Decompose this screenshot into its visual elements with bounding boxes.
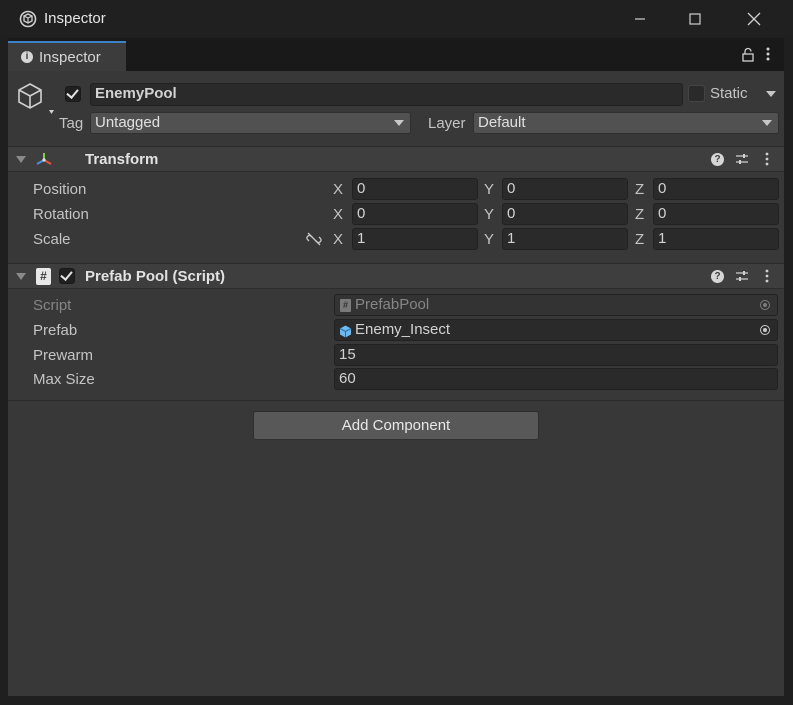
tag-label: Tag [59,115,84,132]
script-label: Script [33,297,72,314]
position-z-value: 0 [658,180,667,197]
window-title: Inspector [44,10,106,27]
more-options-icon[interactable] [764,46,772,62]
tab-inspector[interactable]: i Inspector [8,41,126,71]
layer-label: Layer [428,115,466,132]
transform-title: Transform [85,151,159,168]
prefab-pool-title: Prefab Pool (Script) [85,268,226,285]
position-y-axis-label[interactable]: Y [484,181,494,198]
help-icon[interactable]: ? [711,153,724,166]
prewarm-value: 15 [339,346,356,363]
script-value: PrefabPool [355,296,430,313]
lock-icon[interactable] [741,47,755,63]
foldout-arrow-icon[interactable] [16,273,26,280]
component-menu-icon[interactable] [764,152,770,166]
maximize-button[interactable] [681,8,709,30]
max-size-label: Max Size [33,371,95,388]
unity-app-icon [19,10,37,28]
max-size-field[interactable]: 60 [334,368,778,390]
position-label: Position [33,181,87,198]
inspector-content: EnemyPool Static Tag Untagged Layer Defa… [8,71,784,696]
scale-y-field[interactable]: 1 [502,228,628,250]
position-z-axis-label[interactable]: Z [635,181,644,198]
constrain-proportions-icon[interactable] [306,232,322,246]
rotation-z-field[interactable]: 0 [653,203,779,225]
scale-x-axis-label[interactable]: X [333,231,343,248]
rotation-y-value: 0 [507,205,516,222]
transform-header[interactable]: Transform ? [8,146,784,172]
gameobject-name-field[interactable]: EnemyPool [90,83,683,106]
position-x-value: 0 [357,180,366,197]
object-picker-icon [755,295,775,315]
active-checkbox[interactable] [65,86,81,102]
prefab-pool-header[interactable]: # Prefab Pool (Script) ? [8,263,784,289]
prefab-label: Prefab [33,322,78,339]
scale-y-axis-label[interactable]: Y [484,231,494,248]
prefab-field[interactable]: Enemy_Insect [334,319,778,341]
scale-y-value: 1 [507,230,516,247]
scale-z-axis-label[interactable]: Z [635,231,644,248]
prefab-cube-icon [339,324,352,338]
tag-value: Untagged [95,114,161,131]
component-menu-icon[interactable] [764,269,770,283]
help-icon[interactable]: ? [711,270,724,283]
position-x-axis-label[interactable]: X [333,181,343,198]
rotation-z-value: 0 [658,205,667,222]
foldout-arrow-icon[interactable] [16,156,26,163]
script-field: # PrefabPool [334,294,778,316]
checkmark-icon [66,86,79,99]
position-z-field[interactable]: 0 [653,178,779,200]
add-component-button[interactable]: Add Component [253,411,539,440]
rotation-x-field[interactable]: 0 [352,203,478,225]
scale-z-value: 1 [658,230,667,247]
position-y-field[interactable]: 0 [502,178,628,200]
gameobject-cube-icon[interactable] [16,81,54,117]
info-icon: i [21,51,33,63]
position-y-value: 0 [507,180,516,197]
rotation-y-axis-label[interactable]: Y [484,206,494,223]
rotation-z-axis-label[interactable]: Z [635,206,644,223]
prefab-value: Enemy_Insect [355,321,451,338]
component-divider [8,400,784,401]
gameobject-name-text: EnemyPool [95,85,177,102]
title-bar: Inspector [0,0,793,38]
position-x-field[interactable]: 0 [352,178,478,200]
minimize-button[interactable] [626,8,654,30]
inspector-window: Inspector i Inspector EnemyPool Static T… [0,0,793,705]
presets-icon[interactable] [735,269,749,283]
rotation-y-field[interactable]: 0 [502,203,628,225]
static-dropdown-caret-icon[interactable] [766,91,776,97]
rotation-x-axis-label[interactable]: X [333,206,343,223]
layer-value: Default [478,114,526,131]
prewarm-field[interactable]: 15 [334,344,778,366]
prewarm-label: Prewarm [33,347,94,364]
static-checkbox[interactable] [688,85,705,102]
chevron-down-icon [394,120,404,126]
static-label: Static [710,85,748,102]
close-button[interactable] [740,8,768,30]
chevron-down-icon [762,120,772,126]
scale-x-value: 1 [357,230,366,247]
tag-dropdown[interactable]: Untagged [90,112,411,134]
script-icon: # [36,268,51,285]
presets-icon[interactable] [735,152,749,166]
checkmark-icon [60,268,73,281]
script-file-icon: # [340,299,351,312]
layer-dropdown[interactable]: Default [473,112,779,134]
tab-strip: i Inspector [8,38,784,71]
tab-label: Inspector [39,49,101,66]
component-enabled-checkbox[interactable] [59,268,75,284]
transform-icon [35,151,53,168]
scale-label: Scale [33,231,71,248]
max-size-value: 60 [339,370,356,387]
rotation-x-value: 0 [357,205,366,222]
scale-x-field[interactable]: 1 [352,228,478,250]
object-picker-icon[interactable] [755,320,775,340]
scale-z-field[interactable]: 1 [653,228,779,250]
rotation-label: Rotation [33,206,89,223]
